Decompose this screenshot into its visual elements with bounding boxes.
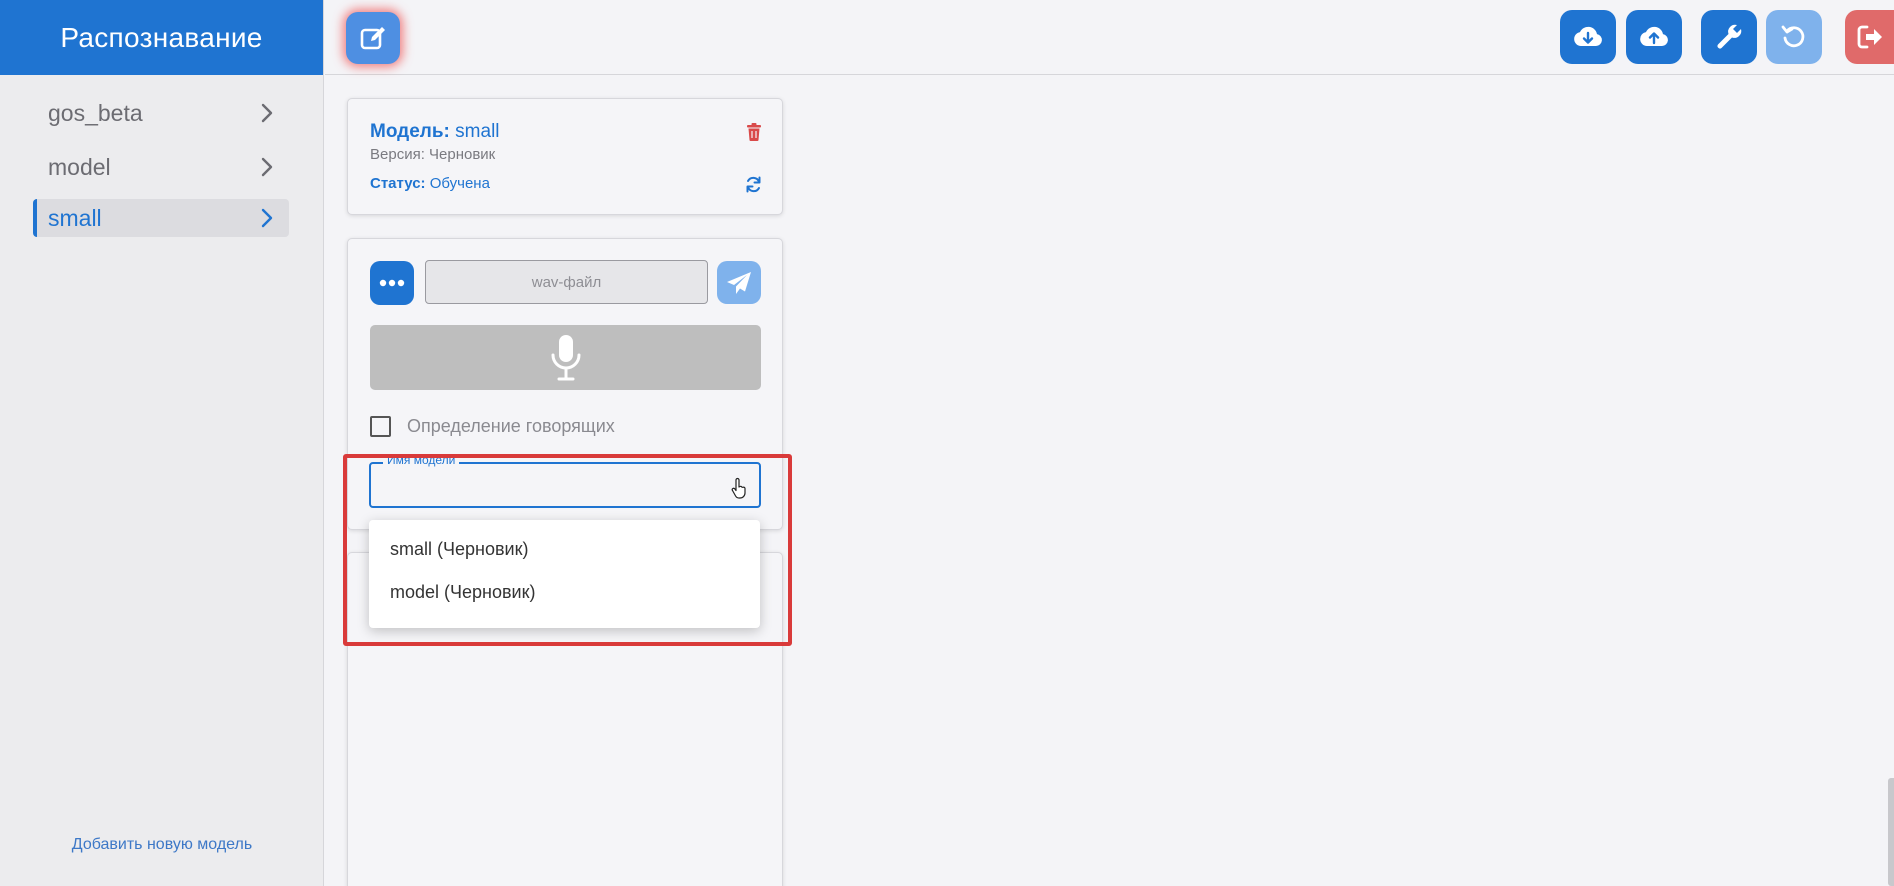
model-title-value: small (455, 121, 500, 142)
chevron-right-icon (257, 208, 277, 228)
model-title: Модель: small (370, 121, 500, 143)
send-button[interactable] (717, 261, 761, 304)
ellipsis-icon (379, 279, 405, 287)
microphone-button[interactable] (370, 325, 761, 390)
paper-plane-icon (727, 271, 751, 294)
edit-button[interactable] (346, 12, 400, 64)
upload-button[interactable] (1626, 10, 1682, 64)
model-status: Статус: Обучена (370, 175, 490, 192)
chevron-right-icon (257, 157, 277, 177)
model-version: Версия: Черновик (370, 146, 496, 163)
speaker-detection-checkbox[interactable] (370, 416, 391, 437)
wrench-icon (1717, 24, 1742, 49)
download-button[interactable] (1560, 10, 1616, 64)
logout-button[interactable] (1845, 10, 1894, 64)
wav-file-input[interactable]: wav-файл (425, 260, 708, 304)
refresh-icon[interactable] (745, 176, 762, 193)
speaker-detection-label: Определение говорящих (407, 416, 615, 436)
undo-icon (1781, 25, 1805, 48)
sidebar-item-label: gos_beta (48, 99, 143, 126)
sidebar-item-small[interactable]: small (33, 199, 289, 237)
undo-button[interactable] (1766, 10, 1822, 64)
model-status-label: Статус: (370, 175, 426, 192)
top-toolbar (325, 0, 1894, 75)
sidebar-item-label: small (48, 204, 102, 231)
logout-icon (1857, 25, 1882, 49)
scrollbar[interactable] (1888, 778, 1894, 886)
trash-icon[interactable] (746, 123, 762, 141)
model-title-label: Модель: (370, 121, 450, 142)
cloud-download-icon (1574, 26, 1602, 46)
add-model-link[interactable]: Добавить новую модель (0, 836, 324, 854)
sidebar: Распознавание gos_beta model small Добав… (0, 0, 324, 886)
chevron-right-icon (257, 103, 277, 123)
settings-button[interactable] (1701, 10, 1757, 64)
speaker-detection-option[interactable]: Определение говорящих (370, 416, 615, 437)
app-title: Распознавание (0, 0, 323, 75)
sidebar-item-model[interactable]: model (33, 148, 289, 186)
cloud-upload-icon (1640, 26, 1668, 46)
edit-icon (360, 27, 385, 50)
more-options-button[interactable] (370, 261, 414, 305)
highlight-box (343, 454, 792, 646)
sidebar-item-label: model (48, 153, 111, 180)
model-status-value: Обучена (429, 175, 490, 192)
microphone-icon (551, 334, 580, 380)
model-info-card: Модель: small Версия: Черновик Статус: О… (347, 98, 783, 215)
sidebar-item-gos-beta[interactable]: gos_beta (33, 94, 289, 132)
